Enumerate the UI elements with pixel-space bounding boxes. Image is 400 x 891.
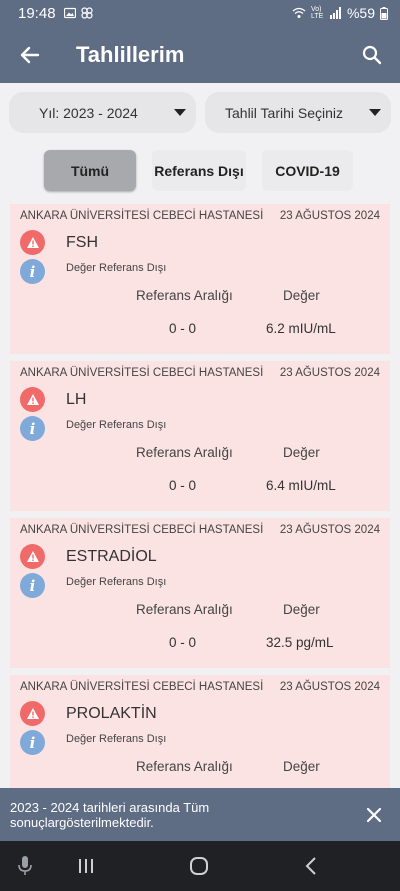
status-bar: 19:48 Vo) LTE %59 <box>0 0 400 26</box>
result-status: Değer Referans Dışı <box>66 419 167 431</box>
home-button[interactable] <box>174 841 224 891</box>
tab-covid-19[interactable]: COVID-19 <box>262 150 353 191</box>
arrow-left-icon <box>20 46 40 63</box>
reference-range: 0 - 0 <box>169 635 197 650</box>
status-time: 19:48 <box>18 4 56 22</box>
value-header: Değer <box>283 288 320 303</box>
filter-row: Yıl: 2023 - 2024 Tahlil Tarihi Seçiniz <box>9 92 391 133</box>
reference-header: Referans Aralığı <box>136 602 233 617</box>
test-name: FSH <box>66 234 98 251</box>
warning-icon <box>20 387 45 412</box>
wifi-icon <box>292 7 306 18</box>
pinwheel-icon <box>80 7 93 19</box>
result-status: Değer Referans Dışı <box>66 262 167 274</box>
app-bar: Tahlillerim <box>0 26 400 83</box>
snackbar: 2023 - 2024 tarihleri arasında Tüm sonuç… <box>0 788 400 841</box>
image-icon <box>63 7 76 19</box>
info-icon[interactable]: i <box>20 573 45 598</box>
snackbar-close-button[interactable] <box>358 799 390 831</box>
warning-icon <box>20 230 45 255</box>
date-select[interactable]: Tahlil Tarihi Seçiniz <box>205 92 391 133</box>
reference-header: Referans Aralığı <box>136 288 233 303</box>
caret-down-icon <box>174 109 186 116</box>
test-name: PROLAKTİN <box>66 705 157 722</box>
date-select-label: Tahlil Tarihi Seçiniz <box>225 104 344 121</box>
network-label: Vo) LTE <box>310 6 324 20</box>
microphone-icon <box>18 856 32 875</box>
value-header: Değer <box>283 445 320 460</box>
year-select[interactable]: Yıl: 2023 - 2024 <box>9 92 196 133</box>
info-icon[interactable]: i <box>20 416 45 441</box>
back-button[interactable] <box>0 26 60 83</box>
reference-header: Referans Aralığı <box>136 445 233 460</box>
result-date: 23 AĞUSTOS 2024 <box>279 524 380 536</box>
back-icon <box>305 857 316 875</box>
filter-tabs: Tümü Referans Dışı COVID-19 <box>44 150 353 191</box>
result-value: 6.2 mIU/mL <box>266 321 336 336</box>
page-title: Tahlillerim <box>76 41 185 67</box>
year-select-label: Yıl: 2023 - 2024 <box>39 104 138 121</box>
search-button[interactable] <box>344 26 400 83</box>
result-card[interactable]: ANKARA ÜNİVERSİTESİ CEBECİ HASTANESİ 23 … <box>10 675 390 788</box>
value-header: Değer <box>283 602 320 617</box>
result-date: 23 AĞUSTOS 2024 <box>279 367 380 379</box>
reference-range: 0 - 0 <box>169 478 197 493</box>
result-status: Değer Referans Dışı <box>66 733 167 745</box>
recents-icon <box>79 859 93 873</box>
search-icon <box>362 45 382 64</box>
signal-icon <box>329 7 341 19</box>
snackbar-message: 2023 - 2024 tarihleri arasında Tüm sonuç… <box>10 799 210 830</box>
result-card[interactable]: ANKARA ÜNİVERSİTESİ CEBECİ HASTANESİ 23 … <box>10 204 390 354</box>
test-name: ESTRADİOL <box>66 548 157 565</box>
system-back-button[interactable] <box>286 841 336 891</box>
battery-icon <box>380 6 388 20</box>
result-status: Değer Referans Dışı <box>66 576 167 588</box>
battery-percent: %59 <box>346 5 375 21</box>
result-date: 23 AĞUSTOS 2024 <box>279 210 380 222</box>
system-nav-bar <box>0 841 400 891</box>
home-icon <box>190 857 208 875</box>
result-card[interactable]: ANKARA ÜNİVERSİTESİ CEBECİ HASTANESİ 23 … <box>10 361 390 511</box>
test-name: LH <box>66 391 87 408</box>
hospital-name: ANKARA ÜNİVERSİTESİ CEBECİ HASTANESİ <box>20 210 264 222</box>
caret-down-icon <box>369 109 381 116</box>
results-list[interactable]: ANKARA ÜNİVERSİTESİ CEBECİ HASTANESİ 23 … <box>10 204 390 788</box>
tab-out-of-reference[interactable]: Referans Dışı <box>152 150 246 191</box>
result-value: 32.5 pg/mL <box>266 635 334 650</box>
info-icon[interactable]: i <box>20 259 45 284</box>
hospital-name: ANKARA ÜNİVERSİTESİ CEBECİ HASTANESİ <box>20 681 264 693</box>
warning-icon <box>20 701 45 726</box>
warning-icon <box>20 544 45 569</box>
close-icon <box>366 807 382 822</box>
tab-all[interactable]: Tümü <box>44 150 136 191</box>
value-header: Değer <box>283 759 320 774</box>
reference-range: 0 - 0 <box>169 321 197 336</box>
result-card[interactable]: ANKARA ÜNİVERSİTESİ CEBECİ HASTANESİ 23 … <box>10 518 390 668</box>
hospital-name: ANKARA ÜNİVERSİTESİ CEBECİ HASTANESİ <box>20 367 264 379</box>
result-value: 6.4 mIU/mL <box>266 478 336 493</box>
result-date: 23 AĞUSTOS 2024 <box>279 681 380 693</box>
info-icon[interactable]: i <box>20 730 45 755</box>
voice-input-button[interactable] <box>0 841 50 891</box>
recents-button[interactable] <box>61 841 111 891</box>
reference-header: Referans Aralığı <box>136 759 233 774</box>
hospital-name: ANKARA ÜNİVERSİTESİ CEBECİ HASTANESİ <box>20 524 264 536</box>
